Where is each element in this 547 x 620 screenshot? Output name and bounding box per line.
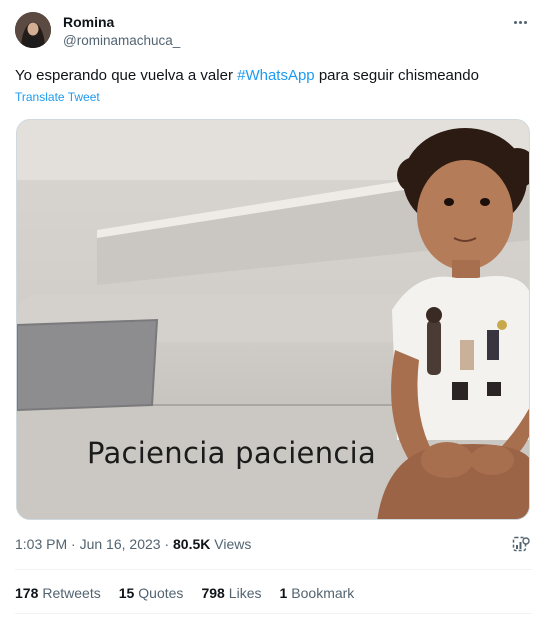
meta-separator: · bbox=[71, 536, 76, 552]
avatar[interactable] bbox=[15, 12, 51, 48]
media-caption: Paciencia paciencia bbox=[87, 436, 377, 470]
bookmarks-count: 1 bbox=[279, 585, 288, 601]
tweet-text-after: para seguir chismeando bbox=[314, 67, 479, 84]
tweet: Romina @rominamachuca_ Yo esperando que … bbox=[0, 0, 547, 620]
tweet-date[interactable]: Jun 16, 2023 bbox=[80, 536, 161, 552]
tweet-time[interactable]: 1:03 PM bbox=[15, 536, 67, 552]
views-label: Views bbox=[214, 536, 252, 552]
retweets-label: Retweets bbox=[42, 585, 101, 601]
bookmarks-label: Bookmark bbox=[291, 585, 355, 601]
display-name[interactable]: Romina bbox=[63, 13, 180, 31]
likes-label: Likes bbox=[228, 585, 262, 601]
divider bbox=[15, 613, 532, 614]
tweet-text: Yo esperando que vuelva a valer #WhatsAp… bbox=[15, 66, 479, 86]
quotes-count: 15 bbox=[118, 585, 135, 601]
user-handle[interactable]: @rominamachuca_ bbox=[63, 32, 180, 50]
tweet-text-before: Yo esperando que vuelva a valer bbox=[15, 67, 238, 84]
user-names: Romina @rominamachuca_ bbox=[63, 13, 180, 50]
meta-separator-2: · bbox=[164, 536, 170, 552]
tweet-stats: 178 Retweets 15 Quotes 798 Likes 1 Bookmark bbox=[15, 585, 354, 601]
tweet-meta: 1:03 PM · Jun 16, 2023 · 80.5K Views bbox=[15, 536, 251, 552]
bookmarks-stat[interactable]: 1 Bookmark bbox=[279, 585, 354, 601]
translate-tweet-link[interactable]: Translate Tweet bbox=[15, 90, 100, 104]
quotes-label: Quotes bbox=[138, 585, 184, 601]
likes-count: 798 bbox=[201, 585, 225, 601]
retweets-stat[interactable]: 178 Retweets bbox=[15, 585, 101, 601]
hashtag-link[interactable]: #WhatsApp bbox=[237, 67, 315, 84]
divider bbox=[15, 569, 532, 570]
more-dots-icon[interactable] bbox=[510, 14, 530, 30]
views-count: 80.5K bbox=[173, 536, 211, 552]
quotes-stat[interactable]: 15 Quotes bbox=[119, 585, 184, 601]
analytics-icon[interactable] bbox=[512, 536, 530, 554]
tweet-header: Romina @rominamachuca_ bbox=[15, 12, 532, 52]
tweet-media-image[interactable]: Paciencia paciencia bbox=[16, 119, 530, 520]
likes-stat[interactable]: 798 Likes bbox=[201, 585, 261, 601]
retweets-count: 178 bbox=[15, 585, 39, 601]
